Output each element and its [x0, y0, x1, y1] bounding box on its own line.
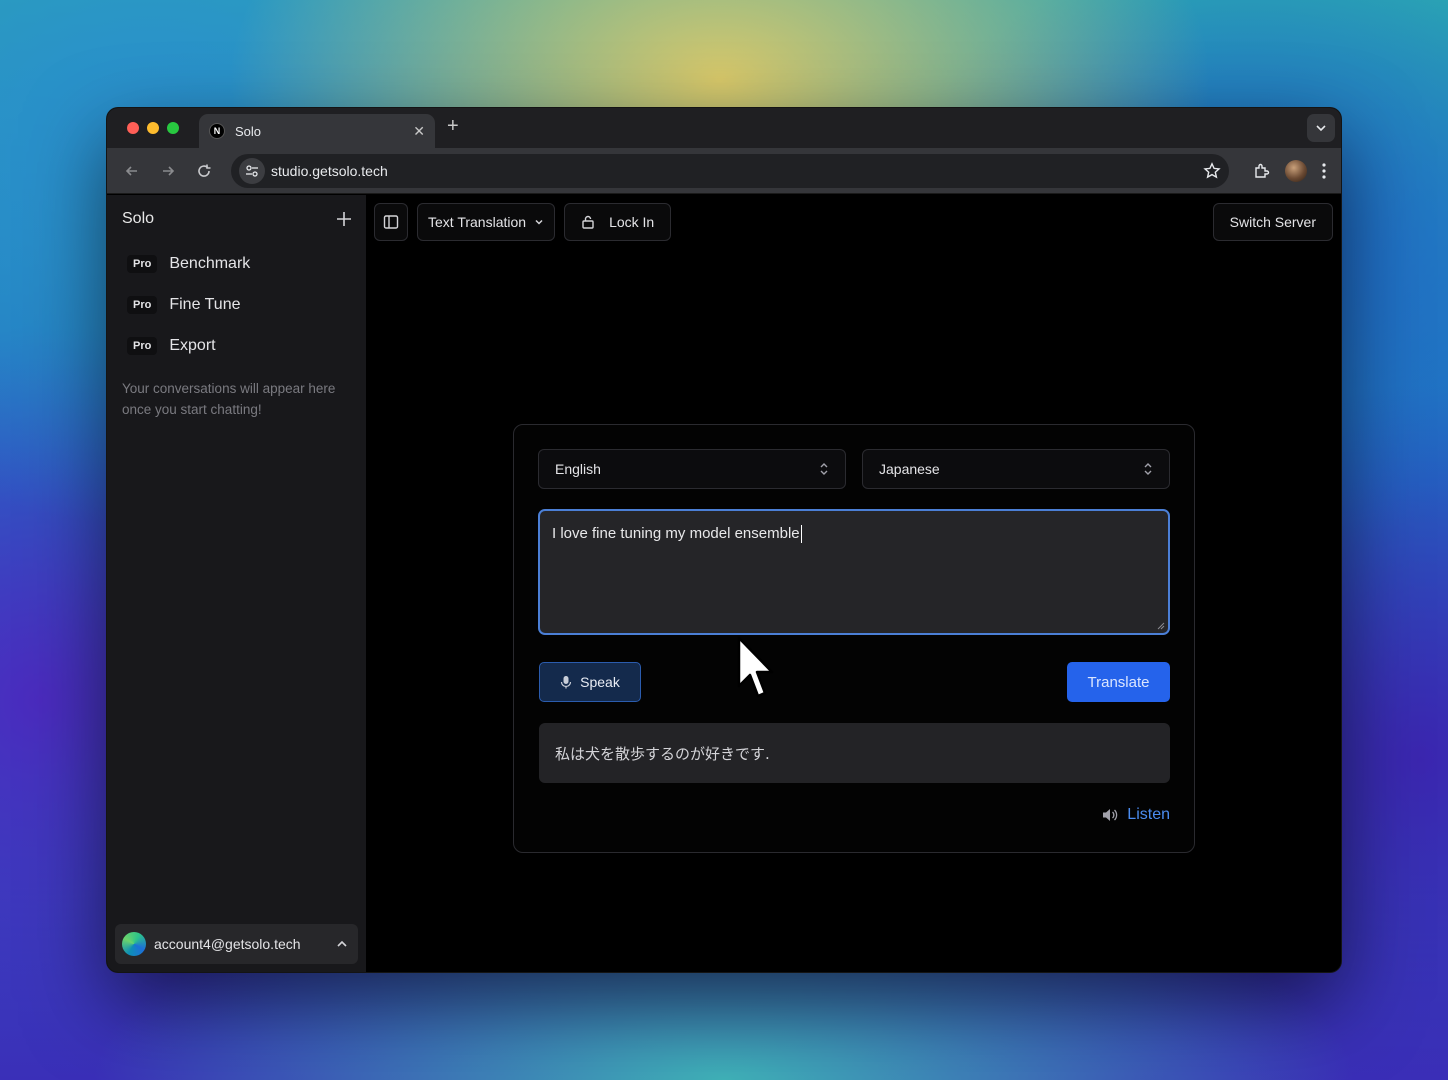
url-text: studio.getsolo.tech — [271, 162, 388, 179]
mode-label: Text Translation — [428, 214, 527, 230]
sidebar-item-benchmark[interactable]: Pro Benchmark — [107, 243, 366, 284]
back-button[interactable] — [117, 156, 147, 186]
forward-button[interactable] — [153, 156, 183, 186]
tab-bar: N Solo ✕ + — [107, 108, 1341, 148]
translate-label: Translate — [1087, 673, 1150, 691]
browser-toolbar: studio.getsolo.tech — [107, 148, 1341, 194]
pro-badge: Pro — [127, 336, 158, 355]
more-menu-icon[interactable] — [1321, 162, 1327, 180]
arrow-right-icon — [163, 165, 175, 176]
account-email: account4@getsolo.tech — [154, 936, 301, 952]
chevron-down-icon — [1316, 125, 1326, 132]
resize-handle-icon[interactable] — [1157, 622, 1165, 630]
profile-avatar[interactable] — [1285, 159, 1307, 182]
mouse-cursor-icon — [737, 636, 774, 698]
microphone-icon — [561, 676, 572, 689]
account-menu[interactable]: account4@getsolo.tech — [115, 924, 358, 964]
listen-label: Listen — [1127, 806, 1170, 823]
source-language-select[interactable]: English — [538, 449, 846, 489]
translation-card: English Japanese I love fine tuning my m… — [513, 424, 1195, 853]
app-topbar: Text Translation Lock In Switch Server — [366, 195, 1341, 249]
new-chat-plus-icon[interactable] — [336, 211, 352, 227]
extensions-icon[interactable] — [1253, 162, 1271, 180]
toolbar-icons — [1253, 159, 1331, 182]
reload-button[interactable] — [189, 156, 219, 186]
browser-window: N Solo ✕ + studio.getsolo.tech Solo Pro … — [106, 107, 1342, 973]
new-tab-icon[interactable]: + — [447, 116, 459, 136]
chevron-up-down-icon — [1144, 463, 1152, 475]
lock-in-button[interactable]: Lock In — [564, 203, 672, 241]
conversations-empty-text: Your conversations will appear here once… — [122, 381, 336, 417]
toggle-sidebar-button[interactable] — [374, 203, 408, 241]
source-text-value: I love fine tuning my model ensemble — [552, 525, 800, 542]
chevron-up-down-icon — [820, 463, 828, 475]
pro-badge: Pro — [127, 295, 158, 314]
speaker-icon — [1103, 809, 1118, 821]
translate-button[interactable]: Translate — [1067, 662, 1170, 702]
target-language-select[interactable]: Japanese — [862, 449, 1170, 489]
speak-button[interactable]: Speak — [539, 662, 641, 702]
speak-label: Speak — [580, 674, 620, 690]
source-text-input[interactable]: I love fine tuning my model ensemble — [538, 509, 1170, 635]
arrow-left-icon — [125, 165, 137, 176]
close-tab-icon[interactable]: ✕ — [413, 123, 425, 140]
reload-icon — [198, 164, 211, 177]
main-panel: Text Translation Lock In Switch Server E… — [366, 195, 1341, 972]
chevron-up-icon — [337, 940, 347, 947]
maximize-window-button[interactable] — [167, 122, 179, 134]
browser-tab[interactable]: N Solo ✕ — [199, 114, 435, 148]
sidebar-item-label: Benchmark — [169, 254, 251, 272]
tab-search-button[interactable] — [1307, 114, 1335, 142]
text-caret — [800, 525, 802, 544]
sidebar-toggle-icon — [383, 215, 399, 229]
window-controls — [127, 122, 179, 134]
translation-output-text: 私は犬を散歩するのが好きです. — [555, 744, 770, 763]
lock-in-label: Lock In — [609, 214, 655, 230]
listen-button[interactable]: Listen — [1101, 806, 1170, 824]
chevron-down-icon — [535, 219, 543, 225]
sidebar-item-label: Export — [169, 336, 216, 354]
site-settings-icon[interactable] — [239, 157, 265, 184]
sidebar-header: Solo — [107, 195, 366, 243]
switch-server-button[interactable]: Switch Server — [1212, 203, 1333, 241]
bookmark-star-icon[interactable] — [1203, 161, 1221, 180]
tab-title: Solo — [235, 123, 262, 139]
source-language-value: English — [555, 461, 601, 477]
pro-badge: Pro — [127, 254, 158, 273]
sidebar-item-fine-tune[interactable]: Pro Fine Tune — [107, 284, 366, 325]
language-selectors: English Japanese — [538, 449, 1170, 489]
favicon-icon: N — [209, 123, 225, 139]
mode-select[interactable]: Text Translation — [417, 203, 556, 241]
sidebar-item-label: Fine Tune — [169, 295, 241, 313]
account-avatar — [122, 932, 146, 956]
minimize-window-button[interactable] — [147, 122, 159, 134]
close-window-button[interactable] — [127, 122, 139, 134]
translation-output: 私は犬を散歩するのが好きです. — [539, 723, 1170, 783]
target-language-value: Japanese — [879, 461, 940, 477]
sidebar-item-export[interactable]: Pro Export — [107, 325, 366, 366]
lock-open-icon — [582, 215, 594, 229]
sidebar: Solo Pro Benchmark Pro Fine Tune Pro Exp… — [107, 195, 366, 972]
app-container: Solo Pro Benchmark Pro Fine Tune Pro Exp… — [107, 195, 1341, 972]
address-bar[interactable]: studio.getsolo.tech — [231, 153, 1229, 188]
switch-server-label: Switch Server — [1229, 214, 1316, 230]
sidebar-title: Solo — [122, 210, 155, 227]
